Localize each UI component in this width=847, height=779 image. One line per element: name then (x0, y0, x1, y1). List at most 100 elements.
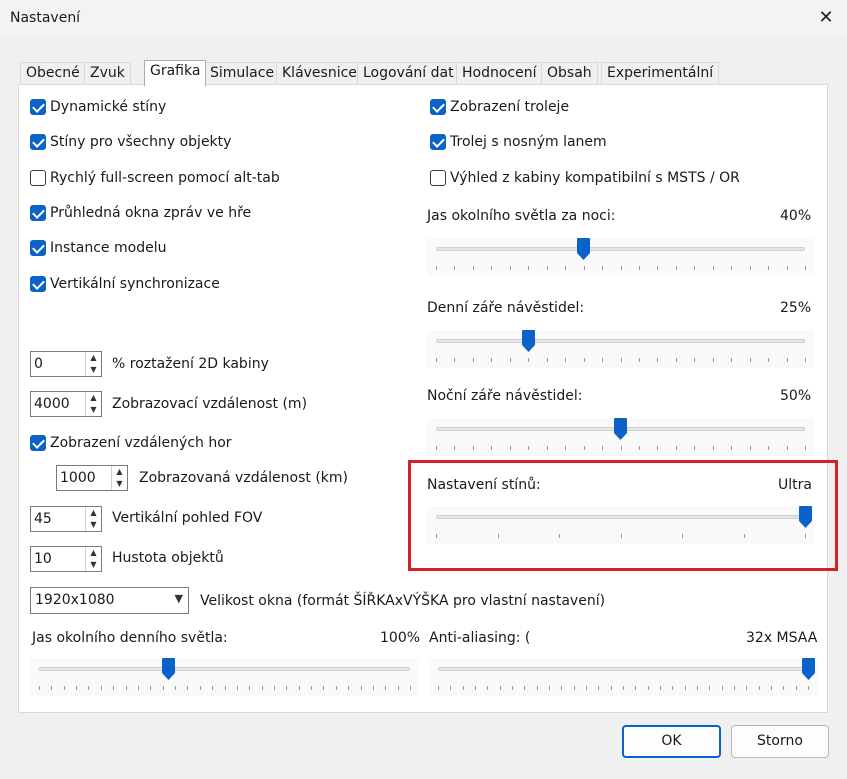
checkbox-dynamic-shadows[interactable]: Dynamické stíny (30, 97, 166, 117)
slider-tick (528, 358, 530, 362)
arrow-down-icon[interactable]: ▼ (86, 519, 101, 531)
slider-tick (586, 686, 587, 690)
slider-tick (731, 266, 733, 270)
slider-thumb[interactable] (162, 658, 176, 680)
slider-tick (602, 266, 604, 270)
slider-tick (565, 266, 567, 270)
tab-logovani-dat[interactable]: Logování dat (357, 62, 460, 85)
stepper-arrows[interactable]: ▲ ▼ (85, 547, 101, 571)
window-size-select[interactable]: 1920x1080 ▼ (30, 587, 189, 614)
slider-thumb[interactable] (577, 238, 591, 260)
night-signal-glow-slider[interactable] (427, 418, 814, 456)
slider-track[interactable] (436, 339, 805, 343)
slider-tick (734, 686, 735, 690)
stepper-arrows[interactable]: ▲ ▼ (111, 466, 127, 490)
slider-track[interactable] (39, 667, 410, 671)
tab-experimentalni[interactable]: Experimentální (601, 62, 720, 85)
arrow-down-icon[interactable]: ▼ (86, 404, 101, 416)
checkbox-label: Dynamické stíny (50, 99, 167, 115)
checkbox-model-instancing[interactable]: Instance modelu (30, 238, 166, 258)
checkbox-double-wire[interactable]: Trolej s nosným lanem (430, 132, 607, 152)
slider-tick (549, 686, 550, 690)
tab-zvuk[interactable]: Zvuk (84, 62, 131, 85)
view-distance-stepper[interactable]: 4000 ▲ ▼ (30, 391, 102, 417)
checkbox-checked-icon (30, 134, 46, 150)
slider-tick (385, 686, 387, 690)
slider-tick (768, 446, 770, 450)
slider-tick (236, 686, 238, 690)
mountain-distance-label: Zobrazovaná vzdálenost (km) (139, 470, 349, 486)
slider-tick (436, 446, 437, 450)
checkbox-transparent-windows[interactable]: Průhledná okna zpráv ve hře (30, 203, 251, 223)
mountain-distance-stepper[interactable]: 1000 ▲ ▼ (56, 465, 128, 491)
slider-tick (546, 446, 548, 450)
slider-thumb[interactable] (801, 658, 815, 680)
slider-tick (438, 686, 439, 690)
arrow-up-icon[interactable]: ▲ (86, 352, 101, 364)
slider-tick (137, 686, 139, 690)
tab-grafika[interactable]: Grafika (144, 60, 207, 86)
arrow-up-icon[interactable]: ▲ (112, 466, 127, 478)
slider-tick (675, 358, 677, 362)
checkbox-wire[interactable]: Zobrazení troleje (430, 97, 569, 117)
slider-tick (472, 358, 474, 362)
checkbox-checked-icon (30, 435, 46, 451)
cab-stretch-stepper[interactable]: 0 ▲ ▼ (30, 351, 102, 377)
slider-tick (509, 358, 511, 362)
checkbox-distant-mountains[interactable]: Zobrazení vzdálených hor (30, 433, 232, 453)
slider-tick (487, 686, 489, 690)
arrow-up-icon[interactable]: ▲ (86, 392, 101, 404)
chevron-down-icon[interactable]: ▼ (175, 592, 183, 605)
arrow-down-icon[interactable]: ▼ (86, 364, 101, 376)
anti-aliasing-slider[interactable] (429, 658, 817, 696)
checkbox-unchecked-icon (30, 170, 46, 186)
tab-hodnoceni[interactable]: Hodnocení (456, 62, 543, 85)
tab-simulace[interactable]: Simulace (204, 62, 281, 85)
close-icon[interactable]: ✕ (814, 6, 838, 30)
cancel-button[interactable]: Storno (731, 725, 829, 758)
slider-tick (565, 446, 567, 450)
fov-stepper[interactable]: 45 ▲ ▼ (30, 506, 102, 532)
night-ambient-slider[interactable] (427, 238, 814, 276)
slider-tick (360, 686, 362, 690)
slider-ticks (39, 686, 411, 690)
ok-button[interactable]: OK (622, 725, 721, 758)
checkbox-shadows-all-objects[interactable]: Stíny pro všechny objekty (30, 132, 231, 152)
slider-tick (311, 686, 313, 690)
slider-tick (675, 446, 677, 450)
arrow-up-icon[interactable]: ▲ (86, 507, 101, 519)
slider-track[interactable] (438, 667, 808, 671)
slider-tick (712, 358, 714, 362)
day-ambient-slider[interactable] (30, 658, 419, 696)
tab-obecne[interactable]: Obecné (20, 62, 86, 85)
arrow-down-icon[interactable]: ▼ (112, 478, 127, 490)
slider-thumb[interactable] (614, 418, 627, 440)
slider-tick (786, 446, 788, 450)
slider-track[interactable] (436, 247, 805, 251)
checkbox-label: Průhledná okna zpráv ve hře (50, 205, 252, 221)
arrow-up-icon[interactable]: ▲ (86, 547, 101, 559)
tab-klavesnice[interactable]: Klávesnice (276, 62, 363, 85)
tab-obsah[interactable]: Obsah (541, 62, 598, 85)
slider-tick (786, 266, 788, 270)
slider-ticks (436, 266, 806, 270)
slider-tick (657, 446, 659, 450)
slider-tick (249, 686, 251, 690)
window-title: Nastavení (10, 10, 81, 26)
stepper-arrows[interactable]: ▲ ▼ (85, 392, 101, 416)
checkbox-vsync[interactable]: Vertikální synchronizace (30, 274, 220, 294)
slider-thumb[interactable] (521, 330, 535, 352)
stepper-arrows[interactable]: ▲ ▼ (85, 352, 101, 376)
checkbox-fast-fullscreen-alt-tab[interactable]: Rychlý full-screen pomocí alt-tab (30, 168, 280, 188)
slider-tick (212, 686, 214, 690)
slider-tick (783, 686, 785, 690)
slider-tick (323, 686, 325, 690)
slider-tick (684, 686, 686, 690)
arrow-down-icon[interactable]: ▼ (86, 559, 101, 571)
checkbox-msts-cab-view[interactable]: Výhled z kabiny kompatibilní s MSTS / OR (430, 168, 740, 188)
slider-tick (786, 358, 788, 362)
stepper-arrows[interactable]: ▲ ▼ (85, 507, 101, 531)
slider-tick (620, 358, 622, 362)
object-density-stepper[interactable]: 10 ▲ ▼ (30, 546, 102, 572)
day-signal-glow-slider[interactable] (427, 330, 814, 368)
